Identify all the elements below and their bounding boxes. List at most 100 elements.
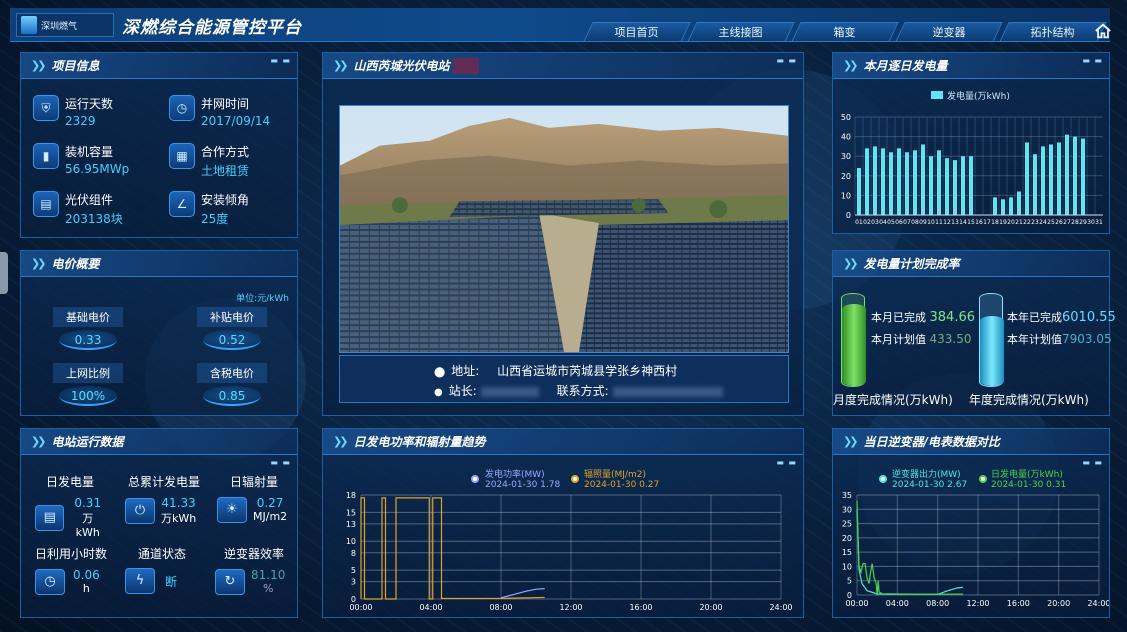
- nav-tab-label: 项目首页: [614, 26, 659, 39]
- daily-generation-panel: ❯❯ 本月逐日发电量 ▬ ▬ 发电量(万kWh) 0 10 20 30 40 50 01 02…: [832, 52, 1110, 234]
- chevron-right-icon: ❯❯: [843, 435, 859, 448]
- info-label: 运行天数: [65, 97, 114, 111]
- bar-x-tick: 08: [911, 219, 919, 226]
- bar-x-tick: 17: [983, 219, 991, 226]
- bar-x-tick: 31: [1095, 219, 1103, 226]
- month-done-row: 本月已完成 384.66: [871, 309, 975, 325]
- contact-label: 联系方式:: [556, 384, 609, 398]
- month-done-value: 384.66: [929, 310, 976, 325]
- nav-tab-label: 拓扑结构: [1030, 26, 1075, 39]
- nav-tab-inverter[interactable]: 逆变器: [895, 22, 1003, 42]
- price-value: 100%: [59, 386, 117, 406]
- bar-x-tick: 29: [1079, 219, 1087, 226]
- legend-rad-marker: [571, 475, 579, 483]
- chevron-right-icon: ❯❯: [31, 59, 47, 72]
- side-drawer-handle[interactable]: [0, 252, 8, 294]
- plan-completion-panel: ❯❯ 发电量计划完成率 本月已完成 384.66 本月计划值 433.50 本年…: [832, 250, 1116, 416]
- nav-tab-project-home[interactable]: 项目首页: [583, 22, 691, 42]
- run-daily-gen: 日发电量 ▤ 0.31 万kWh: [35, 473, 105, 539]
- month-cylinder-fill: [842, 304, 866, 386]
- year-done-row: 本年已完成6010.55: [1007, 309, 1116, 325]
- bar-x-tick: 26: [1055, 219, 1063, 226]
- legend-inv-label: 逆变器出力(MW): [892, 468, 961, 480]
- run-unit: MJ/m2: [253, 510, 288, 523]
- run-channel-status: 通道状态 ϟ 断: [125, 545, 199, 594]
- bar-x-tick: 12: [943, 219, 951, 226]
- bar: [1065, 134, 1069, 215]
- station-address-bar: ⬤ 地址: 山西省运城市芮城县学张乡神西村 ● 站长: 联系方式:: [339, 355, 789, 403]
- bar: [865, 148, 869, 215]
- line-x-tick: 00:00: [845, 599, 868, 608]
- bar-x-tick: 07: [903, 219, 911, 226]
- bar-x-tick: 21: [1015, 219, 1023, 226]
- info-grid-date: ◷ 并网时间 2017/09/14: [169, 95, 270, 128]
- panel-header: ❯❯ 电价概要: [21, 251, 297, 277]
- daily-gen-chart: 发电量(万kWh) 0102030405001 02 03 04 05 06 07 08 09 1…: [841, 90, 1103, 226]
- legend-rad-info: 2024-01-30 0.27: [584, 480, 659, 490]
- price-value: 0.85: [203, 386, 261, 406]
- line-y-tick: 3: [351, 578, 356, 587]
- price-overview-panel: ❯❯ 电价概要 单位:元/kWh 基础电价 0.33 补贴电价 0.52 上网比…: [20, 250, 298, 416]
- shield-icon: ⛨: [33, 95, 59, 121]
- chevron-right-icon: ❯❯: [333, 59, 349, 72]
- legend-power-info: 2024-01-30 1.78: [485, 480, 560, 490]
- nav-tab-box-transformer[interactable]: 箱变: [791, 22, 899, 42]
- panel-header: ❯❯ 山西芮城光伏电站: [323, 53, 803, 79]
- line-x-tick: 16:00: [629, 603, 652, 612]
- bar-x-tick: 20: [1007, 219, 1015, 226]
- clock-icon: ◷: [169, 95, 195, 121]
- legend-power-marker: [471, 475, 479, 483]
- corner-dash-icon: ▬ ▬: [270, 458, 291, 467]
- refresh-icon: ↻: [215, 568, 245, 595]
- panel-title: 本月逐日发电量: [863, 59, 948, 73]
- line-x-tick: 08:00: [489, 603, 512, 612]
- price-grid-ratio: 上网比例 100%: [53, 363, 123, 406]
- run-unit: 万kWh: [161, 512, 197, 525]
- info-value: 56.95MWp: [65, 162, 130, 176]
- legend-inv-marker: [879, 475, 887, 483]
- line-y-tick: 5: [847, 577, 852, 586]
- bar-x-tick: 15: [967, 219, 975, 226]
- bar: [953, 160, 957, 215]
- panel-title: 当日逆变器/电表数据对比: [863, 435, 1000, 449]
- redacted-name: [480, 386, 539, 397]
- run-label: 日发电量: [45, 475, 94, 489]
- bar-x-tick: 03: [871, 219, 879, 226]
- inverter-meter-compare-panel: ❯❯ 当日逆变器/电表数据对比 ▬ ▬ 逆变器出力(MW) 2024-01-30…: [832, 428, 1110, 618]
- panel-header: ❯❯ 本月逐日发电量: [833, 53, 1109, 79]
- run-label: 日利用小时数: [34, 547, 107, 561]
- power-icon: ⏻: [125, 498, 155, 524]
- address-value: 山西省运城市芮城县学张乡神西村: [497, 364, 678, 378]
- price-label: 补贴电价: [197, 307, 267, 327]
- address-row: ⬤ 地址: 山西省运城市芮城县学张乡神西村: [434, 362, 677, 379]
- company-logo: 深圳燃气: [16, 13, 114, 37]
- legend-bar-label: 发电量(万kWh): [947, 90, 1010, 102]
- run-value: 0.27: [256, 496, 284, 510]
- bar: [1073, 136, 1077, 215]
- bar-y-tick: 0: [846, 211, 851, 220]
- run-label: 总累计发电量: [127, 475, 200, 489]
- info-label: 装机容量: [65, 145, 114, 159]
- bar-x-tick: 25: [1047, 219, 1055, 226]
- grid-icon: ▦: [169, 143, 195, 169]
- clock-icon: ◷: [35, 568, 65, 595]
- price-label: 基础电价: [53, 307, 123, 327]
- month-plan-row: 本月计划值 433.50: [871, 331, 972, 347]
- price-label: 含税电价: [197, 363, 267, 383]
- solar-panel-icon: ▤: [35, 504, 65, 531]
- nav-tab-topology[interactable]: 拓扑结构: [999, 22, 1107, 42]
- bar: [1009, 197, 1013, 215]
- year-done-value: 6010.55: [1062, 310, 1116, 325]
- run-inverter-efficiency: 逆变器效率 ↻ 81.10%: [215, 545, 293, 595]
- info-label: 并网时间: [201, 97, 250, 111]
- info-value: 25度: [201, 212, 229, 226]
- bar-x-tick: 02: [863, 219, 871, 226]
- bar-x-tick: 14: [959, 219, 967, 226]
- bar-x-tick: 18: [991, 219, 999, 226]
- home-icon[interactable]: [1094, 22, 1112, 40]
- line-x-tick: 12:00: [966, 599, 989, 608]
- bar-x-tick: 05: [887, 219, 895, 226]
- bar-x-tick: 09: [919, 219, 927, 226]
- line-y-tick: 13: [346, 520, 356, 529]
- nav-tab-main-wiring[interactable]: 主线接图: [687, 22, 795, 42]
